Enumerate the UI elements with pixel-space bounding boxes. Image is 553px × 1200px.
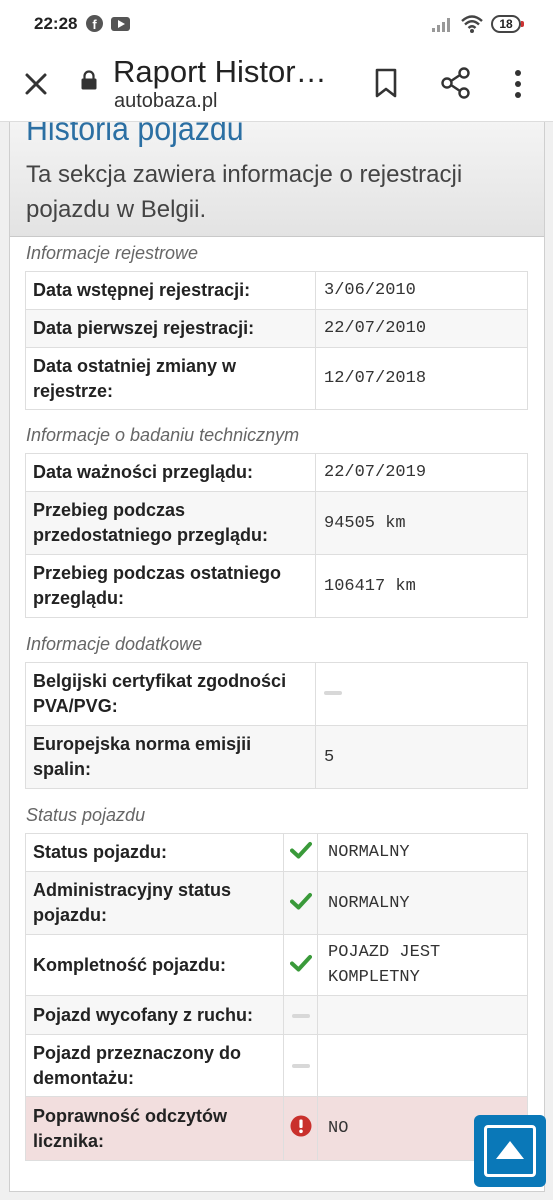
dash-icon <box>291 1013 310 1018</box>
row-key: Belgijski certyfikat zgodności PVA/PVG: <box>25 662 316 726</box>
exclamation-icon <box>290 1115 311 1137</box>
registration-table: Data wstępnej rejestracji: 3/06/2010 Dat… <box>25 271 528 410</box>
card-header: Historia pojazdu Ta sekcja zawiera infor… <box>10 122 544 237</box>
check-icon <box>289 892 312 909</box>
page-title: Raport Histor… <box>113 54 327 89</box>
browser-toolbar: Raport Histor… autobaza.pl <box>0 50 553 122</box>
table-row: Data ważności przeglądu: 22/07/2019 <box>25 453 528 492</box>
check-icon <box>289 954 312 971</box>
row-key: Pojazd przeznaczony do demontażu: <box>25 1034 284 1097</box>
row-key: Pojazd wycofany z ruchu: <box>25 995 284 1035</box>
row-value: 22/07/2010 <box>315 309 528 348</box>
row-value: NORMALNY <box>317 871 528 935</box>
table-row: Data pierwszej rejestracji: 22/07/2010 <box>25 309 528 348</box>
row-key: Data ważności przeglądu: <box>25 453 316 492</box>
section-label-additional: Informacje dodatkowe <box>26 634 203 654</box>
facebook-icon: f <box>86 15 103 32</box>
row-value: 94505 km <box>315 491 528 555</box>
inspection-table: Data ważności przeglądu: 22/07/2019 Prze… <box>25 453 528 618</box>
page-content: Historia pojazdu Ta sekcja zawiera infor… <box>0 122 553 1200</box>
arrow-up-icon <box>496 1141 524 1159</box>
additional-table: Belgijski certyfikat zgodności PVA/PVG: … <box>25 662 528 789</box>
table-row: Pojazd wycofany z ruchu: <box>25 995 528 1035</box>
close-icon[interactable] <box>20 68 52 100</box>
row-key: Administracyjny status pojazdu: <box>25 871 284 935</box>
signal-icon <box>432 18 450 32</box>
scroll-to-top-button[interactable] <box>474 1115 546 1187</box>
table-row: Europejska norma emisjii spalin: 5 <box>25 725 528 789</box>
section-label-inspection: Informacje o badaniu technicznym <box>26 425 300 445</box>
row-value: 106417 km <box>315 554 528 618</box>
table-row: Przebieg podczas ostatniego przeglądu: 1… <box>25 554 528 618</box>
wifi-icon <box>461 15 483 33</box>
check-icon <box>289 842 312 859</box>
battery-indicator: 18 <box>491 15 524 33</box>
card-title: Historia pojazdu <box>26 122 244 147</box>
table-row: Belgijski certyfikat zgodności PVA/PVG: <box>25 662 528 726</box>
clock: 22:28 <box>34 14 78 33</box>
table-row: Przebieg podczas przedostatniego przeglą… <box>25 491 528 555</box>
status-table: Status pojazdu: NORMALNY Administracyjny… <box>25 833 528 1161</box>
row-key: Przebieg podczas przedostatniego przeglą… <box>25 491 316 555</box>
table-row: Administracyjny status pojazdu: NORMALNY <box>25 871 528 935</box>
dash-icon <box>324 691 342 696</box>
lock-icon <box>81 70 97 90</box>
bookmark-icon[interactable] <box>372 66 400 100</box>
more-vert-icon[interactable] <box>510 68 526 100</box>
section-label-status: Status pojazdu <box>26 805 146 825</box>
row-key: Przebieg podczas ostatniego przeglądu: <box>25 554 316 618</box>
table-row: Kompletność pojazdu: POJAZD JEST KOMPLET… <box>25 934 528 996</box>
table-row: Data wstępnej rejestracji: 3/06/2010 <box>25 271 528 310</box>
page-url[interactable]: autobaza.pl <box>114 90 217 113</box>
row-key: Poprawność odczytów licznika: <box>25 1096 284 1161</box>
dash-icon <box>291 1064 310 1069</box>
history-card: Historia pojazdu Ta sekcja zawiera infor… <box>9 122 545 1192</box>
row-value: 22/07/2019 <box>315 453 528 492</box>
youtube-icon <box>111 17 130 31</box>
row-key: Data pierwszej rejestracji: <box>25 309 316 348</box>
row-key: Kompletność pojazdu: <box>25 934 284 996</box>
table-row: Status pojazdu: NORMALNY <box>25 833 528 872</box>
section-label-registration: Informacje rejestrowe <box>26 243 199 263</box>
row-value: 12/07/2018 <box>315 347 528 410</box>
row-value <box>315 662 528 726</box>
row-value: 5 <box>315 725 528 789</box>
share-icon[interactable] <box>440 66 472 100</box>
table-row: Pojazd przeznaczony do demontażu: <box>25 1034 528 1097</box>
row-key: Status pojazdu: <box>25 833 284 872</box>
row-value: POJAZD JEST KOMPLETNY <box>317 934 528 996</box>
status-bar: 22:28 f 18 <box>0 0 553 50</box>
row-key: Data ostatniej zmiany w rejestrze: <box>25 347 316 410</box>
table-row: Data ostatniej zmiany w rejestrze: 12/07… <box>25 347 528 410</box>
row-value <box>317 1034 528 1097</box>
row-key: Data wstępnej rejestracji: <box>25 271 316 310</box>
row-value: NORMALNY <box>317 833 528 872</box>
row-value <box>317 995 528 1035</box>
card-description: Ta sekcja zawiera informacje o rejestrac… <box>26 161 463 223</box>
row-value: 3/06/2010 <box>315 271 528 310</box>
row-key: Europejska norma emisjii spalin: <box>25 725 316 789</box>
table-row-warning: Poprawność odczytów licznika: NO <box>25 1096 528 1161</box>
